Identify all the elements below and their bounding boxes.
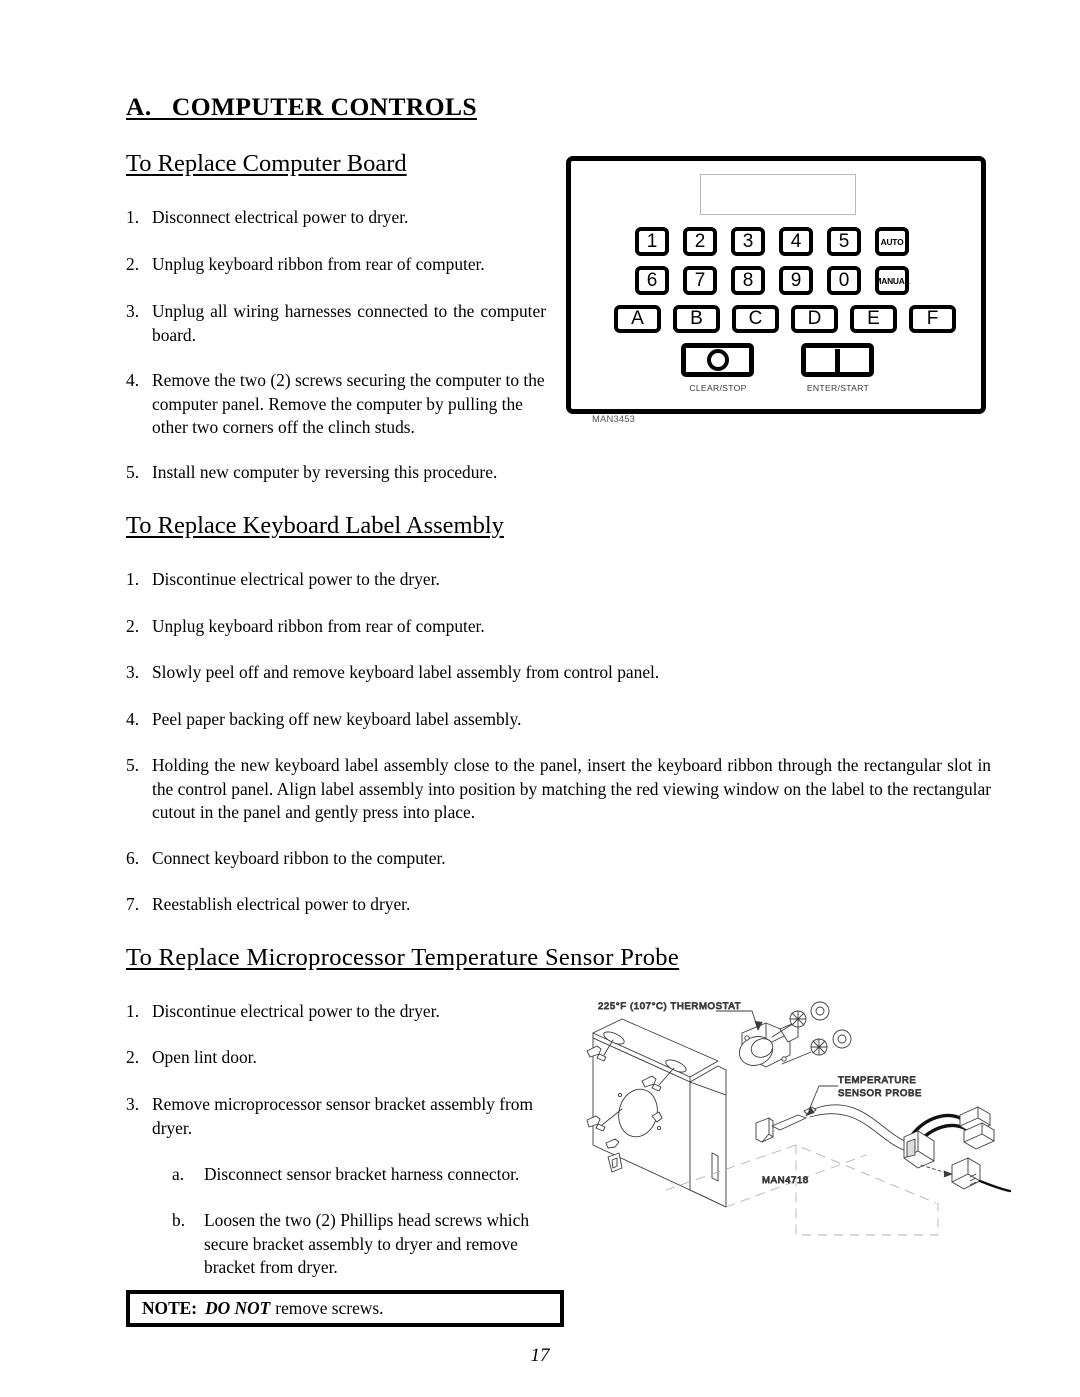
key-7[interactable]: 7 [683,266,717,295]
probe-label-line1: TEMPERATURE [838,1075,916,1086]
list-item: 3. Slowly peel off and remove keyboard l… [126,661,991,685]
list-item: 5. Holding the new keyboard label assemb… [126,754,991,825]
computer-keypad-figure: 1 2 3 4 5 AUTO 6 7 8 9 0 MANUAL A B C D … [566,156,986,414]
list-item-text: Unplug keyboard ribbon from rear of comp… [152,616,485,636]
list-item-letter: a. [172,1164,185,1184]
section-a-title: A. COMPUTER CONTROLS [126,92,477,121]
list-item-number: 4. [126,709,140,729]
list-item-number: 2. [126,254,140,274]
note-text: remove screws. [275,1298,384,1318]
keypad-display-window [700,174,856,215]
list-item-text: Discontinue electrical power to the drye… [152,1001,440,1021]
list-item-number: 2. [126,616,140,636]
list-item: 3. Unplug all wiring harnesses connected… [126,300,546,347]
list-item: 7. Reestablish electrical power to dryer… [126,893,991,917]
manual-page: A. COMPUTER CONTROLS To Replace Computer… [0,0,1080,1397]
key-5[interactable]: 5 [827,227,861,256]
key-6[interactable]: 6 [635,266,669,295]
probe-figure-id: MAN4718 [762,1175,809,1186]
list-item: 1. Disconnect electrical power to dryer. [126,206,546,230]
list-item-number: 4. [126,370,140,390]
enter-start-caption: ENTER/START [806,383,870,393]
list-item-number: 1. [126,1001,140,1021]
key-f[interactable]: F [909,305,956,333]
note-label: NOTE: [142,1298,198,1318]
list-item: 5. Install new computer by reversing thi… [126,461,546,485]
key-8[interactable]: 8 [731,266,765,295]
list-item-text: Peel paper backing off new keyboard labe… [152,709,522,729]
keypad-row-1: 1 2 3 4 5 AUTO [635,227,909,256]
list-item-text: Connect keyboard ribbon to the computer. [152,848,446,868]
clear-stop-button[interactable] [681,343,754,377]
list-item-number: 6. [126,848,140,868]
bar-icon [835,348,840,372]
list-item-text: Open lint door. [152,1047,257,1067]
list-item: 2. Unplug keyboard ribbon from rear of c… [126,615,991,639]
note-box: NOTE: DO NOT remove screws. [126,1290,564,1327]
key-2[interactable]: 2 [683,227,717,256]
list-item: 4. Peel paper backing off new keyboard l… [126,708,991,732]
list-item-text: Discontinue electrical power to the drye… [152,569,440,589]
key-b[interactable]: B [673,305,720,333]
circle-icon [706,349,729,371]
list-item-number: 7. [126,894,140,914]
list-item: 6. Connect keyboard ribbon to the comput… [126,847,991,871]
key-0[interactable]: 0 [827,266,861,295]
page-number: 17 [530,1345,550,1366]
list-item-text: Holding the new keyboard label assembly … [152,755,991,822]
list-item-text: Disconnect sensor bracket harness connec… [204,1164,520,1184]
key-d[interactable]: D [791,305,838,333]
key-c[interactable]: C [732,305,779,333]
list-item: 4. Remove the two (2) screws securing th… [126,369,546,440]
keypad-row-3: A B C D E F [614,305,956,333]
key-1[interactable]: 1 [635,227,669,256]
keypad-panel: 1 2 3 4 5 AUTO 6 7 8 9 0 MANUAL A B C D … [566,156,986,414]
list-item-number: 3. [126,301,140,321]
list-item-text: Unplug all wiring harnesses connected to… [152,301,546,345]
list-item-text: Slowly peel off and remove keyboard labe… [152,662,660,682]
list-item-text: Disconnect electrical power to dryer. [152,207,409,227]
key-4[interactable]: 4 [779,227,813,256]
list-item: 2. Unplug keyboard ribbon from rear of c… [126,253,546,277]
list-item: 1. Discontinue electrical power to the d… [126,568,991,592]
heading-replace-temperature-sensor-probe: To Replace Microprocessor Temperature Se… [126,944,680,971]
list-item-text: Unplug keyboard ribbon from rear of comp… [152,254,485,274]
list-item-text: Reestablish electrical power to dryer. [152,894,411,914]
list-item: 3. Remove microprocessor sensor bracket … [126,1093,546,1140]
key-e[interactable]: E [850,305,897,333]
key-9[interactable]: 9 [779,266,813,295]
list-item-number: 5. [126,755,140,775]
enter-start-button[interactable] [801,343,874,377]
list-item: 1. Discontinue electrical power to the d… [126,1000,546,1024]
key-3[interactable]: 3 [731,227,765,256]
list-item-text: Loosen the two (2) Phillips head screws … [204,1210,530,1277]
note-emphasis: DO NOT [205,1298,271,1318]
clear-stop-caption: CLEAR/STOP [689,383,747,393]
key-auto[interactable]: AUTO [875,227,909,256]
heading-replace-keyboard-label-assembly: To Replace Keyboard Label Assembly [126,512,504,539]
list-item: a. Disconnect sensor bracket harness con… [172,1163,572,1187]
list-item-text: Remove microprocessor sensor bracket ass… [152,1094,534,1138]
key-manual[interactable]: MANUAL [874,266,910,295]
key-a[interactable]: A [614,305,661,333]
list-item: b. Loosen the two (2) Phillips head scre… [172,1209,572,1280]
list-item-text: Install new computer by reversing this p… [152,462,498,482]
thermostat-label: 225°F (107°C) THERMOSTAT [598,1001,741,1012]
list-item: 2. Open lint door. [126,1046,546,1070]
heading-replace-computer-board: To Replace Computer Board [126,150,407,177]
temperature-sensor-probe-figure: 225°F (107°C) THERMOSTAT TEMPERATURE SEN… [566,985,1026,1260]
list-item-text: Remove the two (2) screws securing the c… [152,370,545,437]
keypad-row-2: 6 7 8 9 0 MANUAL [635,266,910,295]
list-item-letter: b. [172,1210,186,1230]
keypad-command-row: CLEAR/STOP ENTER/START [667,343,897,395]
list-item-number: 2. [126,1047,140,1067]
keypad-figure-id: MAN3453 [592,413,636,424]
list-item-number: 3. [126,662,140,682]
list-item-number: 5. [126,462,140,482]
list-item-number: 1. [126,569,140,589]
list-item-number: 1. [126,207,140,227]
list-item-number: 3. [126,1094,140,1114]
probe-label-line2: SENSOR PROBE [838,1088,922,1099]
